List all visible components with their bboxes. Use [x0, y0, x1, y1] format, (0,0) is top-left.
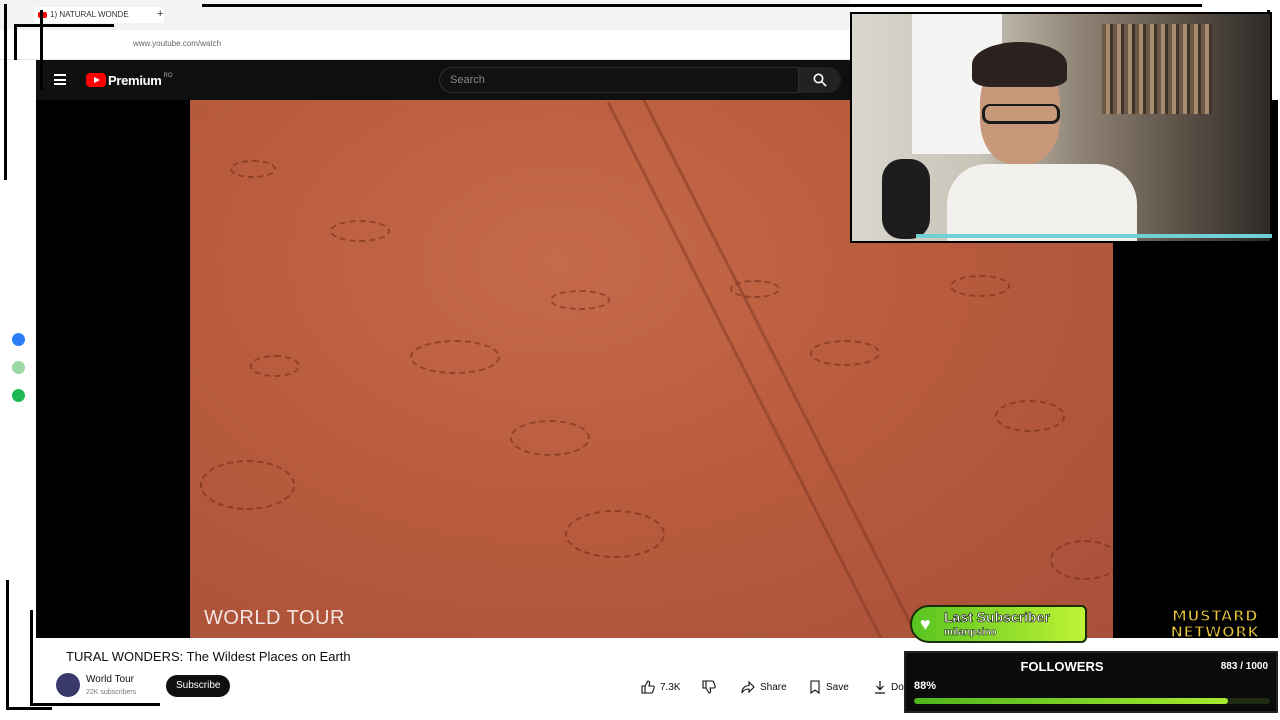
address-bar[interactable]: www.youtube.com/watch — [0, 30, 850, 60]
messenger-icon[interactable] — [12, 333, 25, 346]
video-frame-detail — [550, 290, 610, 310]
followers-title: FOLLOWERS — [1020, 659, 1104, 674]
video-frame-detail — [565, 510, 665, 558]
youtube-premium-logo[interactable]: Premium RO — [86, 72, 173, 88]
video-info: TURAL WONDERS: The Wildest Places on Ear… — [36, 638, 906, 720]
search-icon — [813, 73, 827, 87]
video-frame-detail — [200, 460, 295, 510]
like-button[interactable]: 7.3K — [641, 677, 681, 697]
brand-line-2: NETWORK — [1170, 623, 1260, 641]
webcam-person-glasses — [982, 104, 1060, 124]
youtube-header: Premium RO Search — [36, 60, 850, 100]
subscribe-button[interactable]: Subscribe — [166, 675, 231, 697]
dislike-button[interactable] — [702, 677, 721, 697]
hamburger-menu-icon[interactable] — [54, 74, 66, 85]
thumbs-up-icon — [641, 680, 655, 694]
followers-progress-track — [914, 698, 1270, 704]
share-icon — [741, 680, 755, 694]
brand-line-1: MUSTARD — [1171, 607, 1259, 625]
overlay-frame-decoration — [202, 4, 1202, 7]
heart-icon: ♥ — [920, 614, 931, 634]
microphone-icon — [882, 159, 930, 239]
save-label: Save — [826, 681, 849, 693]
like-count: 7.3K — [660, 681, 681, 693]
followers-goal-widget: FOLLOWERS 883 / 1000 88% — [904, 651, 1278, 713]
video-frame-detail — [995, 400, 1065, 432]
video-frame-detail — [810, 340, 880, 366]
video-frame-detail — [510, 420, 590, 456]
video-frame-detail — [250, 355, 300, 377]
video-frame-detail — [730, 280, 780, 298]
video-frame-detail — [230, 160, 276, 178]
search-button[interactable] — [799, 67, 841, 93]
logo-text: Premium — [108, 72, 162, 88]
overlay-frame-decoration — [30, 610, 160, 706]
share-label: Share — [760, 681, 787, 693]
spotify-icon[interactable] — [12, 389, 25, 402]
webcam-feed — [850, 12, 1272, 243]
thumbs-down-icon — [702, 680, 716, 694]
new-tab-button[interactable]: + — [157, 8, 163, 20]
overlay-frame-decoration — [1271, 240, 1274, 520]
overlay-frame-decoration — [14, 24, 114, 60]
screen: 1) NATURAL WONDE + www.youtube.com/watch… — [0, 0, 1280, 720]
bookmark-icon — [810, 680, 820, 694]
last-subscriber-label: Last Subscriber — [944, 609, 1050, 626]
last-subscriber-alert: ♥ Last Subscriber milanpsino — [910, 605, 1087, 643]
tab-title: 1) NATURAL WONDE — [50, 10, 129, 19]
webcam-person-shirt — [947, 164, 1137, 241]
whatsapp-icon[interactable] — [12, 361, 25, 374]
download-icon — [875, 681, 885, 694]
share-button[interactable]: Share — [741, 677, 787, 697]
video-frame-detail — [1050, 540, 1113, 580]
webcam-bookshelf-detail — [1102, 24, 1212, 114]
download-button[interactable]: Do — [874, 677, 904, 697]
logo-region: RO — [163, 73, 173, 79]
followers-percent: 88% — [914, 680, 937, 692]
video-caption: WORLD TOUR — [204, 607, 345, 629]
search-input[interactable]: Search — [439, 67, 799, 93]
browser-tab[interactable]: 1) NATURAL WONDE — [34, 7, 164, 23]
url-text: www.youtube.com/watch — [133, 39, 222, 48]
download-label: Do — [891, 681, 904, 693]
youtube-logo-icon — [86, 73, 106, 87]
last-subscriber-name: milanpsino — [944, 627, 997, 638]
video-frame-detail — [410, 340, 500, 374]
webcam-accent-bar — [916, 234, 1272, 238]
webcam-person-hair — [972, 42, 1067, 87]
video-frame-detail — [950, 275, 1010, 297]
followers-progress-fill — [914, 698, 1229, 704]
followers-count: 883 / 1000 — [1220, 661, 1268, 672]
video-frame-detail — [330, 220, 390, 242]
mustard-network-logo: MUSTARD NETWORK — [1156, 607, 1274, 644]
overlay-frame-decoration — [40, 10, 43, 90]
save-button[interactable]: Save — [809, 677, 849, 697]
